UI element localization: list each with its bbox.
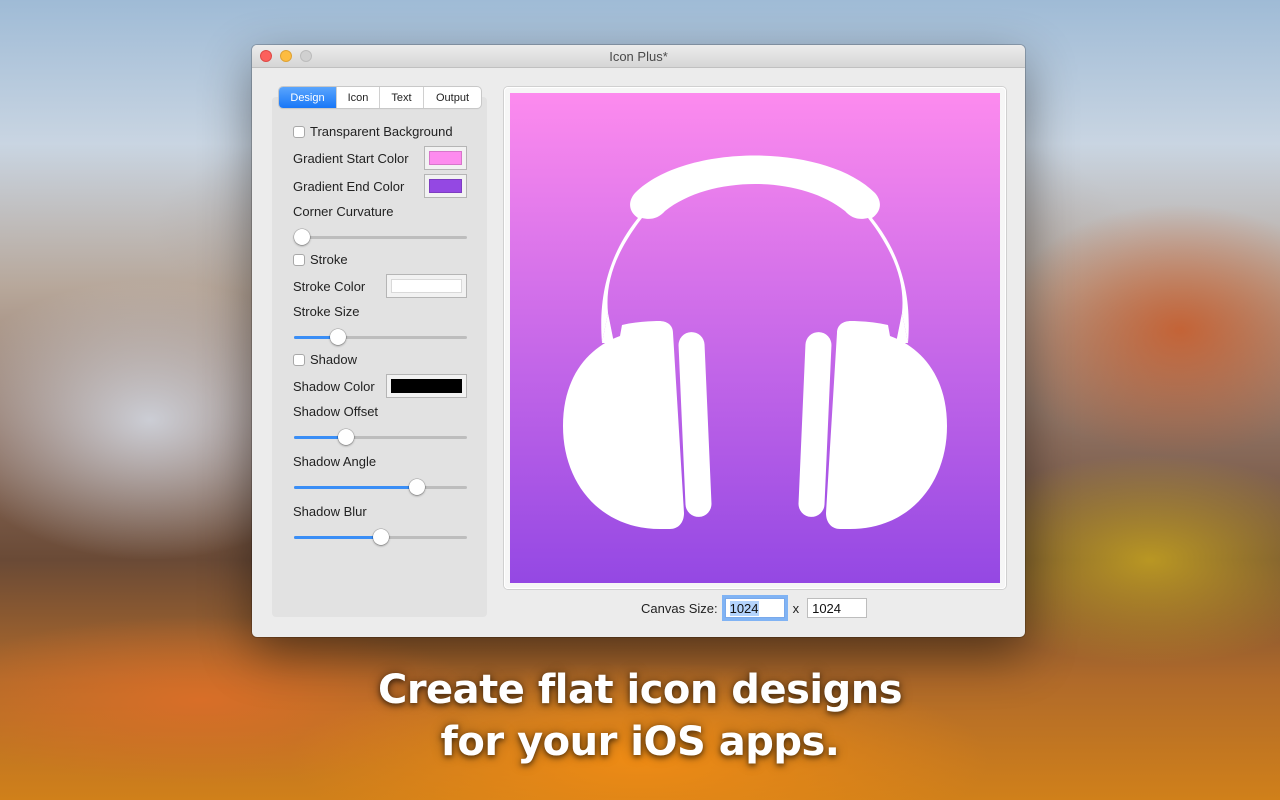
shadow-color-swatch (391, 379, 462, 393)
transparent-background-option[interactable]: Transparent Background (293, 124, 453, 139)
slider-fill (294, 486, 417, 489)
stroke-label: Stroke (310, 252, 348, 267)
shadow-color-well[interactable] (386, 374, 467, 398)
slider-knob[interactable] (330, 329, 347, 345)
gradient-start-color-well[interactable] (424, 146, 467, 170)
tab-text[interactable]: Text (380, 87, 424, 108)
transparent-background-checkbox[interactable] (293, 125, 305, 138)
stroke-color-swatch (391, 279, 462, 293)
shadow-angle-label: Shadow Angle (293, 454, 377, 469)
shadow-option[interactable]: Shadow (293, 352, 357, 367)
window-title: Icon Plus* (609, 49, 668, 64)
preview-well (504, 87, 1006, 589)
slider-knob[interactable] (337, 429, 354, 445)
canvas-size-controls: Canvas Size: 1024 x 1024 (641, 598, 868, 618)
shadow-offset-slider[interactable] (294, 427, 467, 447)
gradient-start-swatch (429, 151, 462, 165)
shadow-checkbox[interactable] (293, 353, 305, 366)
tab-bar: Design Icon Text Output (279, 87, 481, 108)
corner-curvature-slider[interactable] (294, 227, 467, 247)
slider-knob[interactable] (372, 529, 389, 545)
stroke-size-slider[interactable] (294, 327, 467, 347)
shadow-label: Shadow (310, 352, 357, 367)
stroke-color-label: Stroke Color (293, 279, 366, 294)
slider-fill (294, 536, 381, 539)
canvas-size-separator: x (792, 600, 800, 616)
corner-curvature-label: Corner Curvature (293, 204, 394, 219)
stroke-option[interactable]: Stroke (293, 252, 348, 267)
app-window: Icon Plus* Design Icon Text Output Trans… (252, 45, 1025, 637)
gradient-end-swatch (429, 179, 462, 193)
headphones-icon (563, 155, 947, 529)
canvas-size-label: Canvas Size: (641, 600, 718, 616)
stroke-size-label: Stroke Size (293, 304, 360, 319)
canvas-width-field[interactable]: 1024 (724, 598, 785, 618)
canvas-height-field[interactable]: 1024 (807, 598, 868, 618)
stroke-color-well[interactable] (386, 274, 467, 298)
slider-knob[interactable] (294, 229, 310, 245)
tab-output[interactable]: Output (424, 87, 481, 108)
shadow-blur-label: Shadow Blur (293, 504, 367, 519)
icon-canvas (510, 93, 1000, 583)
promo-caption: Create flat icon designs for your iOS ap… (0, 664, 1280, 768)
stroke-checkbox[interactable] (293, 253, 305, 266)
gradient-end-label: Gradient End Color (293, 179, 405, 194)
shadow-offset-label: Shadow Offset (293, 404, 379, 419)
title-bar[interactable]: Icon Plus* (252, 45, 1025, 68)
tab-design[interactable]: Design (279, 87, 337, 108)
shadow-color-label: Shadow Color (293, 379, 375, 394)
gradient-start-label: Gradient Start Color (293, 151, 409, 166)
tab-icon[interactable]: Icon (337, 87, 380, 108)
shadow-blur-slider[interactable] (294, 527, 467, 547)
promo-line-2: for your iOS apps. (440, 719, 840, 765)
promo-line-1: Create flat icon designs (377, 667, 903, 713)
slider-knob[interactable] (408, 479, 425, 495)
gradient-end-color-well[interactable] (424, 174, 467, 198)
shadow-angle-slider[interactable] (294, 477, 467, 497)
transparent-background-label: Transparent Background (310, 124, 453, 139)
